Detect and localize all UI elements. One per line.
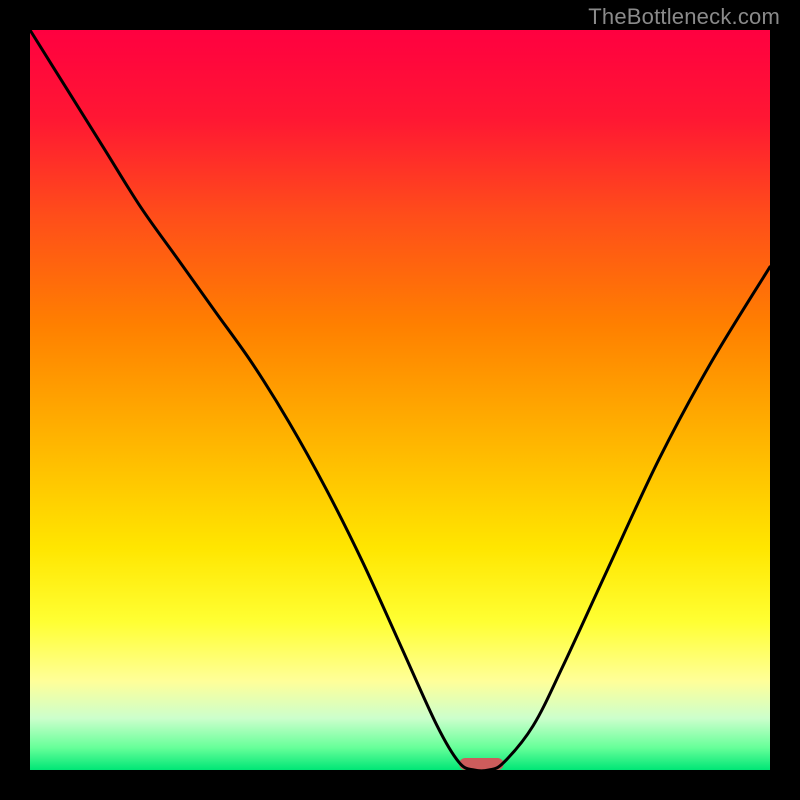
chart-container: TheBottleneck.com <box>0 0 800 800</box>
bottleneck-chart <box>0 0 800 800</box>
watermark-text: TheBottleneck.com <box>588 4 780 30</box>
plot-background <box>30 30 770 770</box>
